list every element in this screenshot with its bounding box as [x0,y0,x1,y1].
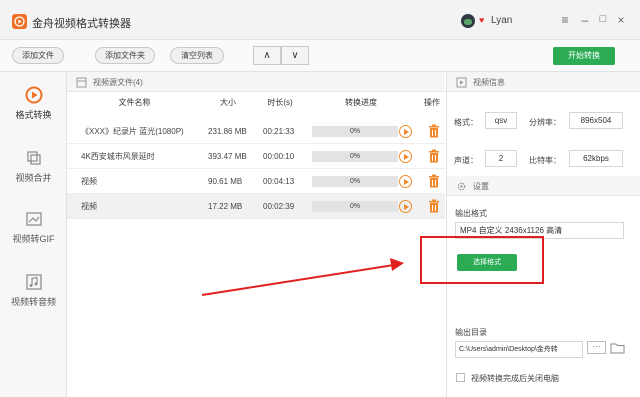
trash-icon[interactable] [428,149,440,163]
file-duration: 00:04:13 [263,177,295,186]
right-panel: 视频信息 格式： qsv 分辨率： 896x504 声道： 2 比特率： 62k… [420,72,640,397]
file-list-title: 视频源文件(4) [93,78,143,87]
toolbar: 添加文件 添加文件夹 清空列表 ∧ ∨ 开始转换 [0,40,640,72]
video-info-header: 视频信息 [447,72,640,92]
gif-icon [25,212,42,226]
resolution-label: 分辨率： [529,118,561,127]
maximize-icon[interactable]: □ [597,13,609,25]
sidebar-item-label: 视频转音频 [10,297,56,307]
column-header-progress: 转换进度 [345,98,377,107]
heart-icon: ♥ [479,15,485,25]
browse-button[interactable]: ··· [587,341,606,354]
output-dir-label: 输出目录 [455,328,487,337]
column-header-size: 大小 [220,98,236,107]
shutdown-checkbox[interactable] [456,373,465,382]
settings-title: 设置 [473,182,489,191]
table-row[interactable]: 视频 90.61 MB 00:04:13 0% [67,169,445,194]
sidebar-item-label: 视频转GIF [12,234,55,244]
trash-icon[interactable] [428,174,440,188]
file-name: 《XXX》纪录片 蓝光(1080P) [81,127,184,136]
progress-bar: 0% [312,201,398,212]
file-size: 90.61 MB [208,177,243,186]
sidebar-item-format-convert[interactable]: 格式转换 [0,86,67,121]
output-format-label: 输出格式 [455,209,487,218]
move-down-button[interactable]: ∨ [281,46,309,65]
user-name[interactable]: Lyan [491,15,512,26]
title-bar: 金舟视频格式转换器 ♥ Lyan ≡ – □ × [0,0,640,40]
file-size: 231.86 MB [208,127,247,136]
format-label: 格式： [454,118,478,127]
annotation-highlight-box [420,236,544,284]
play-icon[interactable] [399,175,412,188]
file-size: 17.22 MB [208,202,243,211]
column-header-name: 文件名称 [118,98,151,107]
table-row[interactable]: 视频 17.22 MB 00:02:39 0% [67,194,445,219]
sidebar-item-video-to-gif[interactable]: 视频转GIF [0,210,67,245]
file-duration: 00:02:39 [263,202,295,211]
progress-bar: 0% [312,176,398,187]
file-name: 视频 [81,177,97,186]
table-row[interactable]: 《XXX》纪录片 蓝光(1080P) 231.86 MB 00:21:33 0% [67,119,445,144]
output-dir-field[interactable]: C:\Users\admin\Desktop\金舟转 [455,341,583,358]
minimize-icon[interactable]: – [579,13,591,27]
file-size: 393.47 MB [208,152,247,161]
column-header-duration: 时长(s) [267,98,293,107]
shutdown-label: 视频转换完成后关闭电脑 [471,374,559,383]
add-folder-button[interactable]: 添加文件夹 [95,47,155,64]
folder-icon[interactable] [610,342,625,354]
add-file-button[interactable]: 添加文件 [12,47,64,64]
channel-label: 声道： [454,156,478,165]
app-title: 金舟视频格式转换器 [32,18,131,30]
music-icon [25,274,42,290]
trash-icon[interactable] [428,199,440,213]
menu-icon[interactable]: ≡ [559,13,571,27]
file-duration: 00:00:10 [263,152,295,161]
user-avatar[interactable] [461,14,475,28]
move-up-button[interactable]: ∧ [253,46,281,65]
video-info-icon [456,77,467,88]
sidebar-item-label: 格式转换 [15,110,52,120]
app-logo-icon [12,14,27,29]
sidebar-item-video-to-audio[interactable]: 视频转音频 [0,273,67,308]
trash-icon[interactable] [428,124,440,138]
sidebar-item-video-merge[interactable]: 视频合并 [0,149,67,184]
progress-bar: 0% [312,126,398,137]
play-icon[interactable] [399,150,412,163]
play-circle-icon [25,86,42,104]
file-name: 视频 [81,202,97,211]
bitrate-label: 比特率： [529,156,561,165]
file-duration: 00:21:33 [263,127,295,136]
format-value: qsv [485,112,517,129]
progress-bar: 0% [312,151,398,162]
file-list-panel: 视频源文件(4) 文件名称 大小 时长(s) 转换进度 操作 《XXX》纪录片 … [67,72,445,397]
settings-header: 设置 [447,176,640,196]
table-row[interactable]: 4K西安城市风景延时 393.47 MB 00:00:10 0% [67,144,445,169]
merge-icon [26,151,41,165]
play-icon[interactable] [399,125,412,138]
column-header-actions: 操作 [424,98,440,107]
video-info-title: 视频信息 [473,78,505,87]
file-list-icon [76,77,87,88]
file-list-header: 视频源文件(4) [67,72,445,92]
sidebar-item-label: 视频合并 [15,173,52,183]
resolution-value: 896x504 [569,112,623,129]
channel-value: 2 [485,150,517,167]
start-convert-button[interactable]: 开始转换 [553,47,615,65]
clear-list-button[interactable]: 清空列表 [170,47,224,64]
gear-icon [457,182,466,191]
file-name: 4K西安城市风景延时 [81,152,155,161]
play-icon[interactable] [399,200,412,213]
close-icon[interactable]: × [615,13,627,27]
bitrate-value: 62kbps [569,150,623,167]
sidebar: 格式转换 视频合并 视频转GIF 视频转音频 [0,72,67,397]
